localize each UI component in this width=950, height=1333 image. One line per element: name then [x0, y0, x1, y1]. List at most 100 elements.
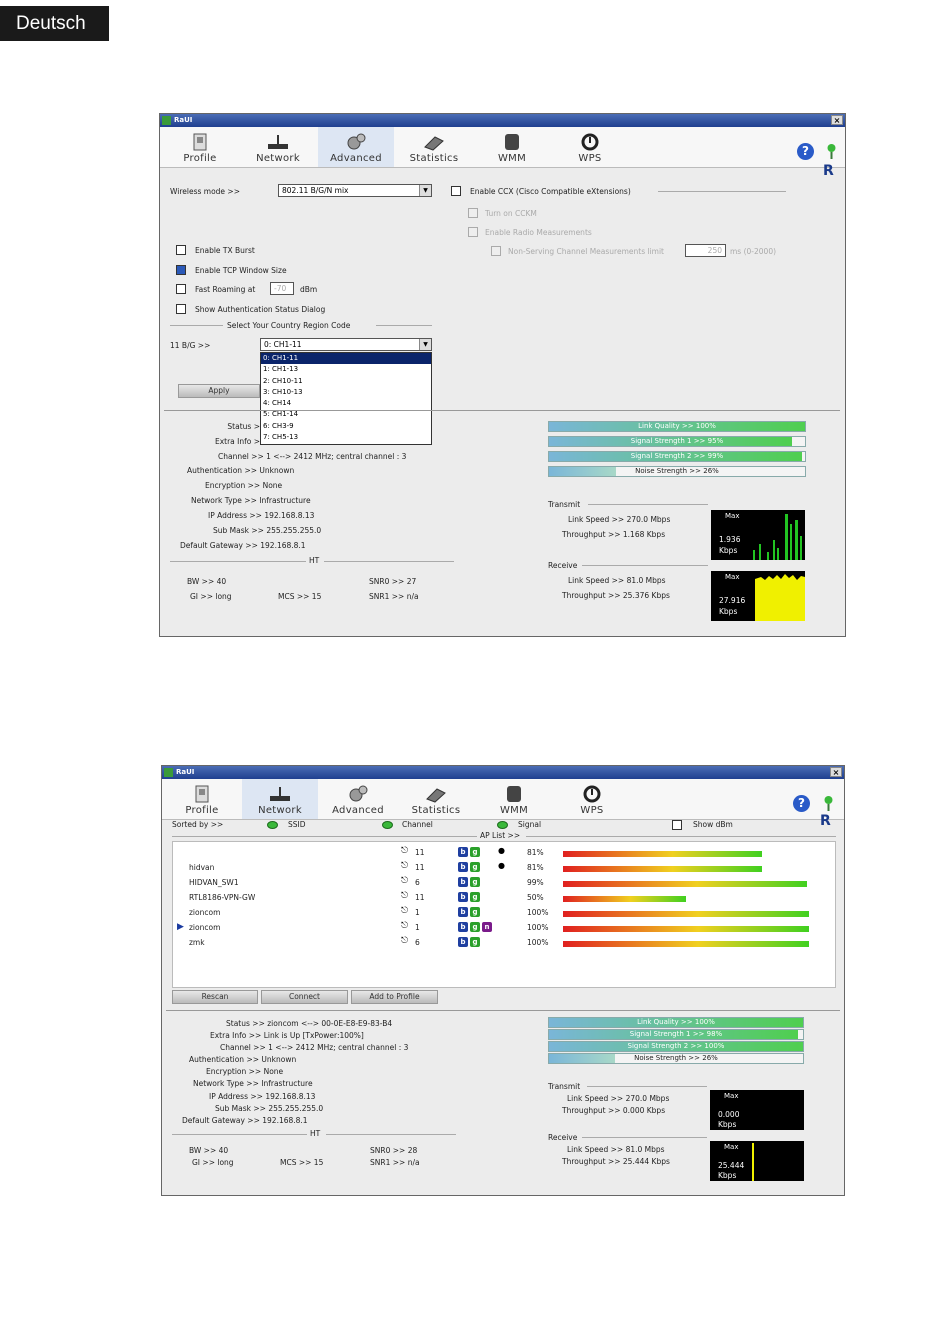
region-option[interactable]: 1: CH1-13 — [261, 364, 431, 375]
ap-row[interactable]: RTL8186-VPN-GW ⎋ 11 b g 50% — [173, 891, 835, 905]
connect-button[interactable]: Connect — [261, 990, 348, 1004]
non-serving-label: Non-Serving Channel Measurements limit — [508, 247, 664, 256]
window-title: RaUI — [174, 116, 193, 124]
ap-row[interactable]: ⎋ 11 b g ● 81% — [173, 846, 835, 860]
transmit-throughput: Throughput >> 1.168 Kbps — [562, 530, 666, 539]
wireless-mode-select[interactable]: 802.11 B/G/N mix ▼ — [278, 184, 432, 197]
window-title: RaUI — [176, 768, 195, 776]
region-dropdown-list[interactable]: 0: CH1-11 1: CH1-13 2: CH10-11 3: CH10-13 4:… — [260, 352, 432, 445]
receive-title: Receive — [548, 1133, 578, 1142]
mode-n-icon: n — [482, 922, 492, 932]
mode-g-icon: g — [470, 937, 480, 947]
ap-row[interactable]: ▶ zioncom ⎋ 1 b g n 100% — [173, 921, 835, 935]
ap-row[interactable]: zioncom ⎋ 1 b g 100% — [173, 906, 835, 920]
channel-icon: ⎋ — [401, 906, 409, 916]
ap-list-separator-left — [172, 836, 477, 837]
noise-strength-bar: Noise Strength >> 26% — [548, 1053, 804, 1064]
advanced-window: RaUI × Profile Network Advanced Statisti… — [159, 113, 846, 637]
tab-profile[interactable]: Profile — [162, 127, 238, 167]
tab-wps[interactable]: WPS — [554, 779, 630, 819]
ap-ssid: zioncom — [189, 908, 221, 917]
tab-network[interactable]: Network — [240, 127, 316, 167]
channel-icon: ⎋ — [401, 861, 409, 871]
fast-roaming-input[interactable]: -70 — [270, 282, 294, 295]
signal-bar — [563, 896, 686, 902]
region-option[interactable]: 4: CH14 — [261, 398, 431, 409]
non-serving-input[interactable]: 250 — [685, 244, 726, 257]
ap-signal: 100% — [527, 923, 549, 932]
non-serving-checkbox[interactable] — [491, 246, 501, 256]
ht-separator-right — [326, 1134, 456, 1135]
ap-row[interactable]: HIDVAN_SW1 ⎋ 6 b g 99% — [173, 876, 835, 890]
tab-statistics[interactable]: Statistics — [398, 779, 474, 819]
sort-signal-icon[interactable] — [497, 821, 508, 829]
signal-bar — [563, 851, 763, 857]
sort-ssid-label: SSID — [288, 820, 306, 829]
tab-advanced[interactable]: Advanced — [318, 127, 394, 167]
mode-g-icon: g — [470, 877, 480, 887]
radio-measurements-checkbox[interactable] — [468, 227, 478, 237]
rescan-button[interactable]: Rescan — [172, 990, 258, 1004]
show-dbm-checkbox[interactable] — [672, 820, 682, 830]
ap-list[interactable]: ⎋ 11 b g ● 81% hidvan ⎋ 11 b g ● 81% HIDVAN_SW1 ⎋ 6 b g 99… — [172, 841, 836, 988]
tab-advanced[interactable]: Advanced — [320, 779, 396, 819]
toolbar: Profile Network Advanced Statistics WMM … — [160, 127, 845, 179]
tx-burst-checkbox[interactable] — [176, 245, 186, 255]
region-option[interactable]: 5: CH1-14 — [261, 409, 431, 420]
transmit-separator — [588, 504, 708, 505]
cckm-checkbox[interactable] — [468, 208, 478, 218]
ap-ssid: hidvan — [189, 863, 215, 872]
signal-bar — [563, 881, 807, 887]
add-to-profile-button[interactable]: Add to Profile — [351, 990, 438, 1004]
network-icon — [270, 787, 290, 801]
lock-icon: ● — [498, 846, 505, 855]
transmit-title: Transmit — [548, 1082, 581, 1091]
region-option[interactable]: 7: CH5-13 — [261, 432, 431, 443]
ccx-checkbox[interactable] — [451, 186, 461, 196]
close-icon[interactable]: × — [831, 115, 843, 125]
sort-channel-icon[interactable] — [382, 821, 393, 829]
statistics-icon — [426, 788, 446, 803]
close-icon[interactable]: × — [830, 767, 842, 777]
region-select[interactable]: 0: CH1-11 ▼ — [260, 338, 432, 351]
fast-roaming-checkbox[interactable] — [176, 284, 186, 294]
mode-g-icon: g — [470, 907, 480, 917]
bar-label: Signal Strength 2 >> 99% — [630, 452, 724, 460]
sort-ssid-icon[interactable] — [267, 821, 278, 829]
app-logo-icon — [162, 116, 171, 125]
wmm-icon — [505, 134, 519, 150]
apply-button[interactable]: Apply — [178, 384, 260, 398]
region-option[interactable]: 2: CH10-11 — [261, 376, 431, 387]
ap-channel: 6 — [415, 878, 420, 887]
receive-separator — [582, 1137, 707, 1138]
tab-wmm[interactable]: WMM — [474, 127, 550, 167]
channel-icon: ⎋ — [401, 846, 409, 856]
region-option[interactable]: 6: CH3-9 — [261, 421, 431, 432]
mode-g-icon: g — [470, 862, 480, 872]
region-option[interactable]: 3: CH10-13 — [261, 387, 431, 398]
receive-graph: Max 27.916 Kbps — [711, 571, 805, 621]
tab-wps[interactable]: WPS — [552, 127, 628, 167]
radio-measurements-label: Enable Radio Measurements — [485, 228, 592, 237]
tcp-window-checkbox[interactable] — [176, 265, 186, 275]
tab-statistics[interactable]: Statistics — [396, 127, 472, 167]
mode-b-icon: b — [458, 892, 468, 902]
gi-info: GI >> long — [190, 592, 232, 601]
region-option[interactable]: 0: CH1-11 — [261, 353, 431, 365]
wps-icon — [583, 785, 601, 803]
tab-network[interactable]: Network — [242, 779, 318, 819]
tab-wmm[interactable]: WMM — [476, 779, 552, 819]
receive-graph: Max 25.444 Kbps — [710, 1141, 804, 1181]
ap-row[interactable]: hidvan ⎋ 11 b g ● 81% — [173, 861, 835, 875]
help-icon[interactable]: ? — [793, 795, 810, 812]
help-icon[interactable]: ? — [797, 143, 814, 160]
tcp-window-label: Enable TCP Window Size — [195, 266, 287, 275]
auth-status-checkbox[interactable] — [176, 304, 186, 314]
tab-profile[interactable]: Profile — [164, 779, 240, 819]
ap-list-title: AP List >> — [480, 831, 521, 840]
show-dbm-label: Show dBm — [693, 820, 733, 829]
gi-info: GI >> long — [192, 1158, 234, 1167]
signal-strength-2-bar: Signal Strength 2 >> 100% — [548, 1041, 804, 1052]
ht-separator-left — [170, 561, 306, 562]
ap-row[interactable]: zmk ⎋ 6 b g 100% — [173, 936, 835, 950]
